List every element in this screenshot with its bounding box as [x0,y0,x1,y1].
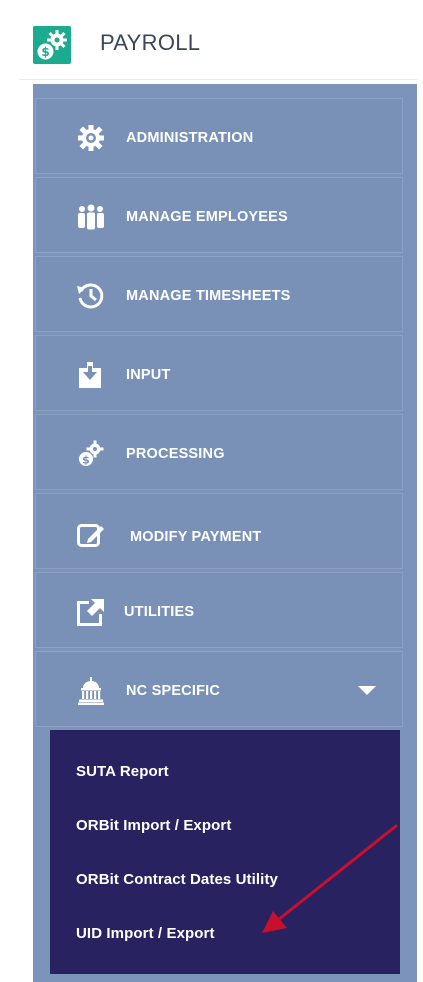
menu-item-label: PROCESSING [126,446,225,462]
menu-item-label: MANAGE EMPLOYEES [126,209,288,225]
gears-dollar-icon: $ [76,439,106,469]
menu-item-utilities[interactable]: UTILITIES [35,572,403,648]
history-icon [76,281,106,311]
menu-item-label: MODIFY PAYMENT [130,529,262,545]
app-header: $ PAYROLL [19,10,417,80]
gears-dollar-icon: $ [33,26,71,64]
menu-item-label: ADMINISTRATION [126,130,254,146]
menu-item-modify-payment[interactable]: MODIFY PAYMENT [35,493,403,569]
submenu-nc-specific: SUTA Report ORBit Import / Export ORBit … [50,730,400,974]
submenu-item-orbit-import-export[interactable]: ORBit Import / Export [76,817,231,834]
svg-text:$: $ [41,45,49,59]
capitol-building-icon [76,676,106,706]
chevron-down-icon[interactable] [358,686,376,695]
submenu-item-uid-import-export[interactable]: UID Import / Export [76,925,215,942]
svg-text:$: $ [82,454,90,467]
menu-item-nc-specific[interactable]: NC SPECIFIC [35,651,403,727]
menu-item-label: NC SPECIFIC [126,683,221,699]
menu-item-manage-timesheets[interactable]: MANAGE TIMESHEETS [35,256,403,332]
app-title: PAYROLL [100,30,201,55]
submenu-item-orbit-contract-dates-utility[interactable]: ORBit Contract Dates Utility [76,871,278,888]
menu-item-input[interactable]: INPUT [35,335,403,411]
navigation-menu: ADMINISTRATION MANAGE EMPLOYEES MANAGE T… [33,84,417,982]
people-icon [76,202,106,232]
menu-item-label: UTILITIES [124,604,195,620]
external-link-icon [76,597,106,627]
menu-item-processing[interactable]: $ PROCESSING [35,414,403,490]
menu-item-administration[interactable]: ADMINISTRATION [35,98,403,174]
submenu-item-suta-report[interactable]: SUTA Report [76,763,169,780]
menu-item-label: INPUT [126,367,171,383]
gear-icon [76,123,106,153]
menu-item-label: MANAGE TIMESHEETS [126,288,291,304]
menu-item-manage-employees[interactable]: MANAGE EMPLOYEES [35,177,403,253]
input-tray-icon [76,360,106,390]
edit-icon [76,519,106,549]
